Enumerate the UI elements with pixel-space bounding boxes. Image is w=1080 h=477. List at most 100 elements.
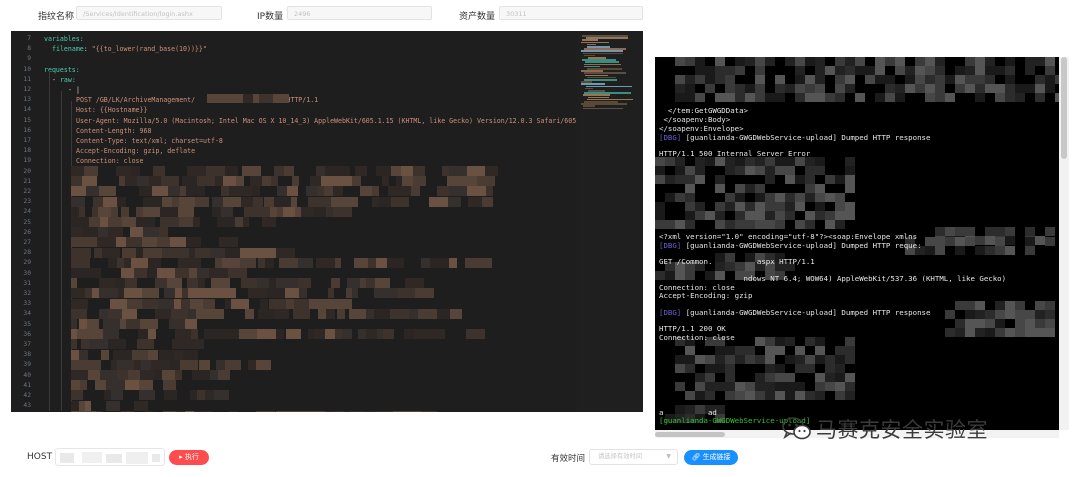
censor-block	[382, 288, 398, 299]
censor-block	[805, 391, 815, 400]
censor-block	[785, 166, 795, 175]
censor-block	[835, 346, 845, 355]
censor-block	[715, 220, 725, 229]
line-number: 19	[23, 157, 31, 165]
censor-block	[97, 237, 116, 248]
valid-time-select[interactable]: 请选择有效时间 ▼	[589, 449, 678, 465]
censor-block	[225, 166, 238, 176]
censor-block	[243, 217, 249, 227]
censor-block	[214, 390, 229, 401]
censor-block	[163, 380, 176, 391]
censor-block	[715, 93, 725, 102]
line-number: 42	[23, 392, 31, 399]
line-number: 9	[27, 55, 31, 63]
censor-block	[725, 355, 735, 364]
censor-block	[765, 391, 775, 400]
censor-block	[695, 382, 705, 391]
censor-block	[71, 237, 88, 248]
censor-block	[715, 202, 725, 211]
censor-block	[745, 355, 755, 364]
censor-block	[139, 380, 153, 391]
censor-block	[85, 410, 96, 412]
censor-block	[102, 247, 112, 258]
censor-block	[71, 227, 83, 238]
censor-block	[116, 166, 131, 176]
censor-block	[1025, 66, 1035, 75]
yaml-editor[interactable]: 7 8 9 10 11 12 13 14 15 16 17 18 19 20 21 22 23 24 25 26 27 2…	[11, 31, 643, 412]
censor-block	[374, 308, 390, 319]
censor-block	[775, 391, 785, 400]
censor-block	[405, 278, 424, 289]
censor-block	[85, 268, 101, 278]
censor-block	[164, 288, 175, 299]
censor-block	[655, 157, 665, 166]
censor-block	[414, 329, 429, 340]
censor-block	[985, 319, 995, 328]
host-input[interactable]	[55, 448, 165, 466]
censor-block	[815, 193, 825, 202]
censor-block	[99, 308, 108, 319]
valid-time-label: 有效时间	[551, 454, 586, 464]
censor-block	[755, 382, 765, 391]
censor-block	[835, 391, 845, 400]
censor-block	[715, 175, 725, 184]
fingerprint-input[interactable]: /Services/Identification/login.ashx	[76, 6, 222, 20]
run-button[interactable]: ▸ 执行	[169, 450, 209, 465]
censor-block	[795, 220, 805, 229]
line-number: 25	[23, 218, 31, 226]
censor-block	[131, 257, 148, 268]
censor-block	[248, 359, 256, 370]
censor-block	[325, 410, 333, 412]
censor-block	[210, 247, 225, 258]
watermark-text: 马赛克安全实验室	[816, 418, 988, 442]
censor-block	[845, 184, 855, 193]
censor-block	[735, 84, 745, 93]
censor-block	[256, 410, 275, 412]
terminal-vertical-scrollbar[interactable]	[1059, 57, 1069, 430]
censor-block	[965, 84, 975, 93]
censor-block	[985, 328, 995, 337]
censor-block	[745, 57, 755, 66]
ip-count-input[interactable]: 2496	[287, 6, 432, 20]
censor-block	[825, 382, 835, 391]
censor-block	[755, 66, 765, 75]
censor-block	[366, 329, 377, 340]
censor-block	[190, 390, 197, 401]
censor-block	[695, 175, 705, 184]
censor-block	[117, 196, 126, 207]
censor-block	[1005, 227, 1015, 236]
censor-block	[735, 355, 745, 364]
censor-block	[1025, 310, 1035, 319]
censor-block	[271, 176, 278, 187]
censor-block	[309, 298, 326, 309]
censor-block	[186, 186, 205, 197]
censor-block	[355, 166, 367, 176]
censor-block	[685, 220, 695, 229]
censor-block	[387, 257, 404, 268]
scroll-thumb-horizontal[interactable]	[655, 432, 725, 437]
censor-block	[815, 184, 825, 193]
editor-minimap[interactable]	[577, 31, 643, 412]
generate-link-button[interactable]: 🔗︎ 生成链接	[684, 450, 738, 465]
censor-block	[785, 391, 795, 400]
censor-block	[745, 220, 755, 229]
line-number: 41	[23, 381, 31, 389]
censor-block	[665, 220, 675, 229]
scroll-thumb[interactable]	[1061, 57, 1067, 159]
censor-block	[164, 390, 177, 401]
censor-block	[835, 211, 845, 220]
censor-block	[745, 346, 755, 355]
censor-block	[270, 206, 277, 217]
censor-block	[745, 391, 755, 400]
asset-count-input[interactable]: 30311	[499, 6, 643, 20]
censor-block	[765, 346, 775, 355]
censor-block	[179, 217, 193, 227]
censor-block	[131, 166, 140, 176]
censor-block	[1035, 57, 1045, 66]
censor-block	[725, 66, 735, 75]
censor-block	[995, 319, 1005, 328]
censor-block	[725, 382, 735, 391]
censor-block	[845, 373, 855, 382]
censor-block	[815, 382, 825, 391]
censor-block	[207, 308, 224, 319]
